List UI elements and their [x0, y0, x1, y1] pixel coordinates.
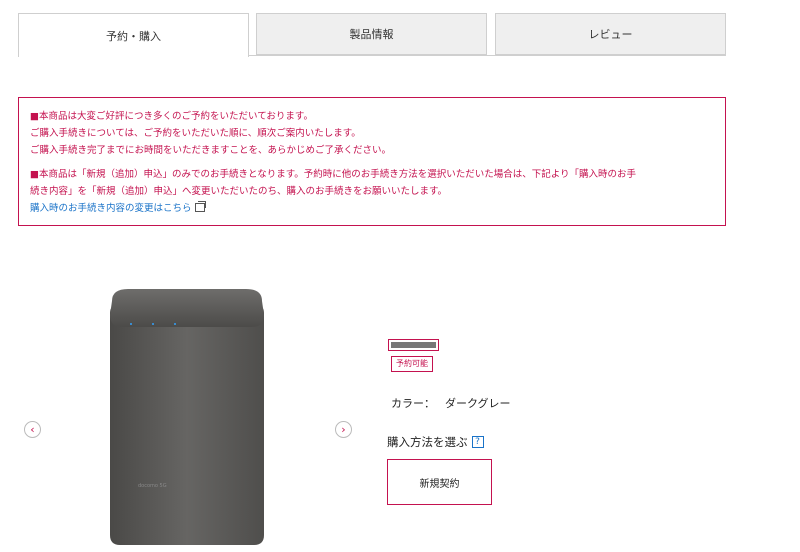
notice-line: ご購入手続きについては、ご予約をいただいた順に、順次ご案内いたします。: [30, 128, 361, 139]
external-window-icon: [194, 201, 206, 212]
purchase-method-heading: 購入方法を選ぶ ?: [387, 434, 484, 450]
chevron-right-icon: ›: [341, 423, 346, 436]
status-badge: 予約可能: [391, 356, 433, 372]
color-value: ダークグレー: [445, 397, 511, 410]
tab-reserve-purchase[interactable]: 予約・購入: [18, 13, 249, 57]
tab-product-info[interactable]: 製品情報: [256, 13, 487, 55]
tab-bar: 予約・購入 製品情報 レビュー: [18, 13, 726, 57]
notice-line: ■本商品は「新規（追加）申込」のみでのお手続きとなります。予約時に他のお手続き方…: [30, 169, 637, 180]
product-name-placeholder: [388, 339, 439, 351]
indicator-light: [130, 323, 132, 325]
carousel-next-button[interactable]: ›: [335, 421, 352, 438]
help-icon[interactable]: ?: [471, 436, 484, 448]
tab-review[interactable]: レビュー: [495, 13, 726, 55]
notice-line: 続き内容」を「新規（追加）申込」へ変更いただいたのち、購入のお手続きをお願いいた…: [30, 186, 448, 197]
product-logo: docomo 5G: [138, 483, 167, 489]
indicator-light: [174, 323, 176, 325]
product-image: docomo 5G: [110, 289, 264, 545]
new-contract-button[interactable]: 新規契約: [387, 459, 492, 505]
reservation-notice: ■本商品は大変ご好評につき多くのご予約をいただいております。 ご購入手続きについ…: [18, 97, 726, 226]
chevron-left-icon: ‹: [30, 423, 35, 436]
color-info: カラー： ダークグレー: [391, 395, 511, 411]
notice-line: ■本商品は大変ご好評につき多くのご予約をいただいております。: [30, 111, 313, 122]
notice-line: ご購入手続き完了までにお時間をいただきますことを、あらかじめご了承ください。: [30, 145, 392, 156]
color-label: カラー：: [391, 397, 435, 410]
indicator-light: [152, 323, 154, 325]
carousel-prev-button[interactable]: ‹: [24, 421, 41, 438]
change-procedure-link[interactable]: 購入時のお手続き内容の変更はこちら: [30, 201, 206, 214]
